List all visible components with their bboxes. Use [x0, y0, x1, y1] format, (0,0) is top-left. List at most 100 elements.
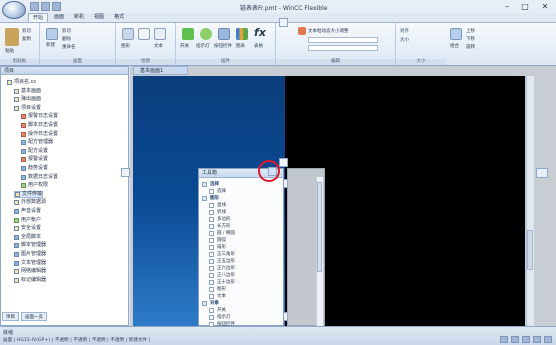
- zoom-in-icon[interactable]: [511, 336, 519, 343]
- tree-item[interactable]: 项目名.cs: [7, 79, 36, 86]
- tree-item[interactable]: 弹出画面: [14, 96, 41, 103]
- ribbon: 粘贴 剪切 复制 剪贴板 新建 剪切 删除 重命名 画面 图形 文本 绘图 fx…: [0, 22, 556, 66]
- minimize-button[interactable]: –: [500, 1, 514, 12]
- tree-item[interactable]: 配方设置: [21, 148, 48, 155]
- font-size-icon[interactable]: [298, 27, 306, 35]
- toolbox-item[interactable]: 圆弧: [199, 237, 275, 244]
- tree-item[interactable]: 趋势设置: [21, 165, 48, 172]
- tab-project[interactable]: 项目: [2, 312, 19, 321]
- tree-item[interactable]: 文件传输: [14, 190, 44, 198]
- tree-item[interactable]: 脚本管理器: [14, 242, 46, 249]
- toolbox-item[interactable]: 圆 / 椭圆: [199, 230, 275, 237]
- toolbox-item[interactable]: 长方形: [199, 223, 275, 230]
- tree-item[interactable]: 操作日志设置: [21, 131, 58, 138]
- toolbox-item[interactable]: 开关: [199, 307, 275, 314]
- toolbox-category[interactable]: 对象: [199, 300, 275, 307]
- chart-icon[interactable]: [236, 28, 248, 40]
- tree-item[interactable]: 脚本日志设置: [21, 122, 58, 129]
- tree-item[interactable]: 文本管理器: [14, 260, 46, 267]
- application-menu-button[interactable]: [2, 1, 26, 19]
- tab-new[interactable]: 新机: [70, 13, 88, 22]
- close-button[interactable]: ✕: [538, 1, 552, 12]
- paste-icon[interactable]: [5, 28, 19, 46]
- tree-item[interactable]: 报警设置: [21, 156, 48, 163]
- tab-home[interactable]: 开始: [28, 13, 49, 22]
- toolbox-scroll-thumb[interactable]: [317, 182, 322, 272]
- save-icon[interactable]: [30, 2, 39, 11]
- tree-item[interactable]: 用户帐户: [14, 217, 41, 224]
- dock-up-arrow-icon[interactable]: [279, 158, 288, 167]
- rotate-button[interactable]: 旋转: [466, 44, 475, 50]
- layer-icon[interactable]: [450, 28, 462, 40]
- layout-icon[interactable]: [544, 336, 552, 343]
- switch-icon[interactable]: [182, 28, 194, 40]
- tab-format[interactable]: 格式: [110, 13, 128, 22]
- tree-item[interactable]: 报警日志设置: [21, 113, 58, 120]
- tree-item[interactable]: 图片管理器: [14, 251, 46, 258]
- toolbox-item[interactable]: 图形: [199, 286, 275, 293]
- tab-screen-overview[interactable]: 画面一览: [21, 312, 47, 321]
- undo-icon[interactable]: [41, 2, 50, 11]
- tab-screen[interactable]: 画面: [50, 13, 68, 22]
- toolbox-item[interactable]: 扇形: [199, 244, 275, 251]
- button-control-icon[interactable]: [218, 28, 230, 40]
- up-button[interactable]: 上移: [466, 28, 475, 34]
- toolbox-item[interactable]: 正三角形: [199, 251, 275, 258]
- rename-button[interactable]: 重命名: [62, 44, 76, 50]
- tab-view[interactable]: 视图: [90, 13, 108, 22]
- down-button[interactable]: 下移: [466, 36, 475, 42]
- delete-button[interactable]: 删除: [62, 36, 71, 42]
- tree-item[interactable]: 声音设置: [14, 208, 41, 215]
- text-icon[interactable]: [154, 28, 166, 40]
- tree-item[interactable]: 配方管理器: [21, 139, 53, 146]
- lamp-icon[interactable]: [200, 28, 212, 40]
- new-screen-icon[interactable]: [46, 28, 58, 40]
- tree-item[interactable]: 全局脚本: [14, 234, 41, 241]
- toolbox-category[interactable]: 选择: [199, 181, 275, 188]
- tree-item[interactable]: 数据日志设置: [21, 174, 58, 181]
- tree-item[interactable]: 基本画面: [14, 88, 41, 95]
- tree-item[interactable]: 外部数据源: [14, 199, 46, 206]
- function-icon[interactable]: fx: [254, 27, 266, 39]
- toolbox-item[interactable]: 折线: [199, 209, 275, 216]
- tree-item[interactable]: 用户权限: [21, 182, 48, 189]
- tree-item[interactable]: 网络编辑器: [14, 268, 46, 275]
- size-button[interactable]: 大小: [400, 37, 409, 43]
- toolbox-item[interactable]: 正八边形: [199, 272, 275, 279]
- tree-item[interactable]: 项目设置: [14, 105, 41, 112]
- position-x-field[interactable]: [308, 37, 378, 43]
- right-dock-handle[interactable]: [536, 168, 548, 178]
- maximize-button[interactable]: □: [518, 1, 532, 12]
- title-bar: 链表表Fr.pmt - WinCC Flexible – □ ✕: [0, 0, 556, 13]
- dock-left-arrow-icon[interactable]: [121, 168, 130, 177]
- folder-icon: [15, 191, 20, 197]
- document-tab[interactable]: 基本画面1: [133, 66, 188, 75]
- toolbox-item[interactable]: 正六边形: [199, 265, 275, 272]
- screen-button-1[interactable]: 剪切: [62, 28, 71, 34]
- redo-icon[interactable]: [52, 2, 61, 11]
- editor-scrollbar[interactable]: [526, 76, 534, 326]
- editor-scroll-thumb[interactable]: [527, 230, 533, 270]
- toolbox-window[interactable]: 工具箱 选择 选择 图形 直线 折线 多边形 长方形圆 / 椭圆 圆弧 扇形 正三角形 正五边形 正六…: [198, 168, 284, 327]
- dock-top-arrow-icon[interactable]: [279, 18, 288, 27]
- shape-icon[interactable]: [122, 28, 134, 40]
- toolbox-item[interactable]: 选择: [199, 188, 275, 195]
- cut-button[interactable]: 剪切: [22, 28, 31, 34]
- tree-item[interactable]: 安全设置: [14, 225, 41, 232]
- align-button[interactable]: 对齐: [400, 28, 409, 34]
- toolbox-item[interactable]: 多边形: [199, 216, 275, 223]
- toolbox-item[interactable]: 直线: [199, 202, 275, 209]
- tree-item[interactable]: 标记编辑器: [14, 277, 46, 284]
- toolbox-item[interactable]: 正十边形: [199, 279, 275, 286]
- toolbox-item[interactable]: 指示灯: [199, 314, 275, 321]
- toolbox-item[interactable]: 正五边形: [199, 258, 275, 265]
- item-icon: [21, 131, 26, 137]
- zoom-out-icon[interactable]: [500, 336, 508, 343]
- toolbox-category[interactable]: 图形: [199, 195, 275, 202]
- position-y-field[interactable]: [308, 45, 378, 51]
- toolbox-item[interactable]: 文本: [199, 293, 275, 300]
- copy-button[interactable]: 复制: [22, 36, 31, 42]
- fit-icon[interactable]: [522, 336, 530, 343]
- picture-icon[interactable]: [138, 28, 150, 40]
- grid-icon[interactable]: [533, 336, 541, 343]
